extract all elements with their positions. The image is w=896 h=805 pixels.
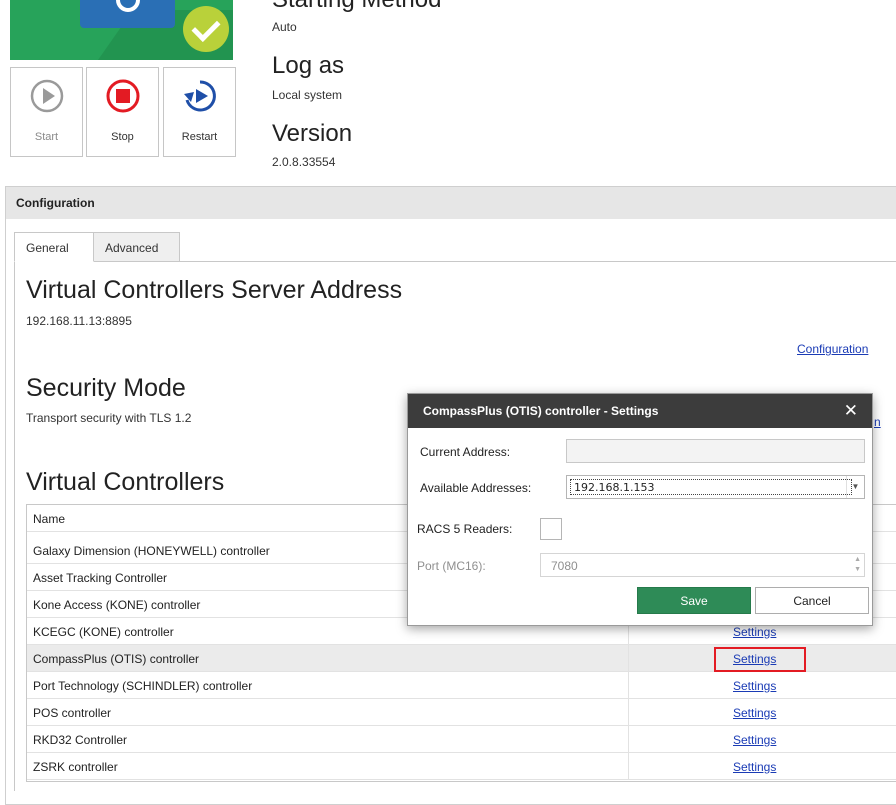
chevron-up-icon[interactable]: ▲ xyxy=(854,556,861,563)
available-addresses-label: Available Addresses: xyxy=(420,481,532,495)
controller-name: Galaxy Dimension (HONEYWELL) controller xyxy=(33,544,270,558)
table-row[interactable]: CompassPlus (OTIS) controller Settings xyxy=(27,645,896,672)
security-mode-title: Security Mode xyxy=(26,374,186,402)
configuration-header: Configuration xyxy=(6,187,896,219)
controller-name: Asset Tracking Controller xyxy=(33,571,168,585)
table-row[interactable]: ZSRK controller Settings xyxy=(27,753,896,780)
virtual-controllers-title: Virtual Controllers xyxy=(26,468,225,496)
restart-button[interactable]: Restart xyxy=(163,67,236,157)
settings-link-port-technology[interactable]: Settings xyxy=(733,679,776,693)
controller-name: CompassPlus (OTIS) controller xyxy=(33,652,200,666)
starting-method-title: Starting Method xyxy=(272,0,441,14)
stop-button-label: Stop xyxy=(111,131,134,143)
port-stepper[interactable]: 7080 ▲ ▼ xyxy=(540,553,865,577)
tab-general-label: General xyxy=(26,241,69,255)
racs-readers-checkbox[interactable] xyxy=(540,518,562,540)
version-value: 2.0.8.33554 xyxy=(272,155,336,169)
controller-name: POS controller xyxy=(33,706,112,720)
start-button-label: Start xyxy=(34,131,59,143)
tab-general[interactable]: General xyxy=(14,232,94,262)
cancel-button-label: Cancel xyxy=(793,594,831,608)
server-address-value: 192.168.11.13:8895 xyxy=(26,314,132,328)
table-row[interactable]: Port Technology (SCHINDLER) controller S… xyxy=(27,672,896,699)
dialog-titlebar[interactable]: CompassPlus (OTIS) controller - Settings… xyxy=(408,394,872,428)
cancel-button[interactable]: Cancel xyxy=(755,587,869,614)
close-icon[interactable]: ✕ xyxy=(844,401,858,421)
controller-name: Port Technology (SCHINDLER) controller xyxy=(33,679,253,693)
play-icon xyxy=(30,79,64,113)
save-button-label: Save xyxy=(680,594,708,608)
version-title: Version xyxy=(272,120,353,147)
security-mode-value: Transport security with TLS 1.2 xyxy=(26,411,192,425)
service-status-image xyxy=(10,0,233,60)
stop-button[interactable]: Stop xyxy=(86,67,159,157)
controller-name: ZSRK controller xyxy=(33,760,118,774)
controller-name: KCEGC (KONE) controller xyxy=(33,625,174,639)
starting-method-value: Auto xyxy=(272,20,297,34)
settings-link-rkd32[interactable]: Settings xyxy=(733,733,776,747)
settings-dialog: CompassPlus (OTIS) controller - Settings… xyxy=(407,393,873,626)
racs-readers-label: RACS 5 Readers: xyxy=(417,522,513,536)
port-label: Port (MC16): xyxy=(417,559,486,573)
table-row[interactable]: POS controller Settings xyxy=(27,699,896,726)
chevron-down-icon: ▼ xyxy=(846,476,864,498)
save-button[interactable]: Save xyxy=(637,587,751,614)
controller-name: Kone Access (KONE) controller xyxy=(33,598,201,612)
tab-advanced-label: Advanced xyxy=(105,241,159,255)
log-as-title: Log as xyxy=(272,52,345,79)
available-addresses-select[interactable]: 192.168.1.153 ▼ xyxy=(566,475,865,499)
current-address-field[interactable] xyxy=(566,439,865,463)
configuration-header-label: Configuration xyxy=(16,196,95,210)
settings-link-zsrk[interactable]: Settings xyxy=(733,760,776,774)
configuration-link[interactable]: Configuration xyxy=(797,342,868,356)
port-value: 7080 xyxy=(551,559,578,573)
table-row[interactable]: RKD32 Controller Settings xyxy=(27,726,896,753)
restart-icon xyxy=(184,80,216,112)
log-as-value: Local system xyxy=(272,88,343,102)
controller-name: RKD32 Controller xyxy=(33,733,128,747)
available-addresses-value: 192.168.1.153 xyxy=(570,479,852,495)
current-address-label: Current Address: xyxy=(420,445,511,459)
tab-advanced[interactable]: Advanced xyxy=(93,232,180,262)
settings-link-pos[interactable]: Settings xyxy=(733,706,776,720)
security-link[interactable]: n xyxy=(874,415,881,429)
check-icon xyxy=(183,6,229,52)
chevron-down-icon[interactable]: ▼ xyxy=(854,566,861,573)
stop-icon xyxy=(106,79,140,113)
server-address-title: Virtual Controllers Server Address xyxy=(26,276,403,304)
settings-link-compassplus[interactable]: Settings xyxy=(733,652,776,666)
settings-link-kcegc[interactable]: Settings xyxy=(733,625,776,639)
restart-button-label: Restart xyxy=(181,131,218,143)
start-button[interactable]: Start xyxy=(10,67,83,157)
column-header-name[interactable]: Name xyxy=(33,512,65,526)
dialog-title: CompassPlus (OTIS) controller - Settings xyxy=(423,404,659,418)
